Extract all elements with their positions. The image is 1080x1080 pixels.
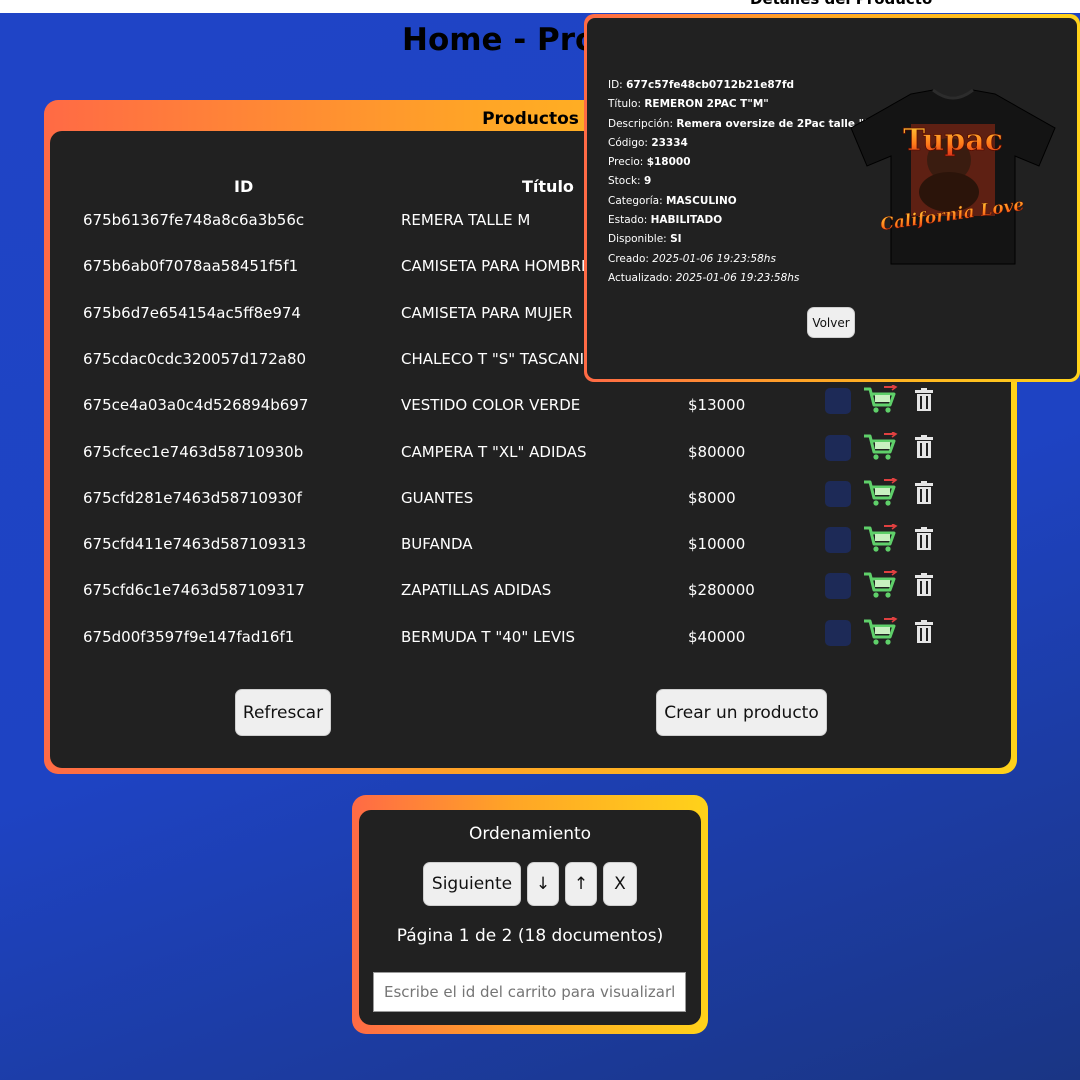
detail-field-value: REMERON 2PAC T"M" [644, 98, 769, 111]
detail-field-label: ID: [608, 79, 627, 91]
product-detail-modal: ID: 677c57fe48cb0712b21e87fd Título: REME… [584, 14, 1080, 382]
detail-field-label: Descripción: [608, 117, 677, 130]
create-product-button[interactable]: Crear un producto [656, 689, 827, 736]
trash-icon[interactable] [914, 527, 934, 551]
detail-field-label: Stock: [608, 175, 644, 188]
detail-field: Precio: $18000 [608, 156, 880, 175]
detail-field-value: $18000 [646, 156, 691, 169]
detail-field-label: Categoría: [608, 194, 666, 207]
detail-field: Descripción: Remera oversize de 2Pac tal… [608, 118, 880, 137]
sort-ascending-button[interactable]: ↑ [565, 862, 597, 906]
back-button[interactable]: Volver [807, 307, 855, 338]
clear-sort-button[interactable]: X [603, 862, 637, 906]
info-icon[interactable] [825, 527, 851, 554]
trash-icon[interactable] [914, 388, 934, 412]
add-to-cart-icon[interactable] [862, 523, 898, 554]
detail-field-label: Creado: [608, 252, 653, 265]
detail-field: Stock: 9 [608, 175, 880, 194]
product-id: 675cfd281e7463d58710930f [83, 488, 302, 507]
ordering-title: Ordenamiento [468, 824, 592, 844]
product-price: $8000 [688, 488, 736, 507]
add-to-cart-icon[interactable] [862, 477, 898, 508]
trash-icon[interactable] [914, 434, 934, 459]
product-id: 675cfcec1e7463d58710930b [83, 442, 304, 461]
detail-field: Creado: 2025-01-06 19:23:58hs [608, 253, 880, 272]
product-price: $40000 [688, 627, 746, 646]
product-title: ZAPATILLAS ADIDAS [401, 581, 552, 600]
ordering-card: Ordenamiento Siguiente ↓ ↑ X Página 1 de… [352, 795, 708, 1034]
trash-icon[interactable] [914, 480, 934, 505]
info-icon[interactable] [825, 388, 851, 415]
detail-field-value: SI [670, 233, 682, 246]
product-title: REMERA TALLE M [401, 211, 531, 229]
product-detail-panel: ID: 677c57fe48cb0712b21e87fd Título: REME… [587, 18, 1077, 379]
detail-field-value: 677c57fe48cb0712b21e87fd [626, 79, 795, 91]
trash-icon[interactable] [914, 619, 934, 644]
product-price: $10000 [688, 535, 746, 554]
product-detail-fields: ID: 677c57fe48cb0712b21e87fd Título: REME… [608, 79, 880, 291]
refresh-button[interactable]: Refrescar [235, 689, 331, 736]
product-id: 675b6ab0f7078aa58451f5f1 [83, 257, 299, 276]
detail-field-value: MASCULINO [665, 194, 737, 207]
ordering-panel: Ordenamiento Siguiente ↓ ↑ X Página 1 de… [359, 810, 701, 1025]
add-to-cart-icon[interactable] [862, 569, 898, 600]
product-price: $280000 [688, 581, 755, 600]
product-price: $80000 [688, 442, 746, 461]
product-title: CAMISETA PARA MUJER [401, 303, 573, 322]
add-to-cart-icon[interactable] [862, 615, 898, 647]
product-title: CAMPERA T "XL" ADIDAS [401, 442, 587, 461]
detail-field-label: Título: [608, 98, 645, 111]
detail-heading: Detalles del Producto [750, 0, 932, 8]
product-id: 675b6d7e654154ac5ff8e974 [83, 303, 301, 322]
detail-field-label: Precio: [608, 156, 647, 169]
info-icon[interactable] [825, 480, 851, 507]
product-title: CAMISETA PARA HOMBRE [401, 257, 591, 276]
detail-field: ID: 677c57fe48cb0712b21e87fd [608, 79, 880, 98]
product-title: BUFANDA [401, 535, 473, 554]
product-price: $13000 [688, 396, 746, 415]
sort-descending-button[interactable]: ↓ [527, 862, 559, 906]
detail-field: Estado: HABILITADO [608, 214, 880, 233]
detail-field-label: Disponible: [608, 233, 671, 246]
product-id: 675b61367fe748a8c6a3b56c [83, 211, 305, 229]
product-id: 675d00f3597f9e147fad16f1 [83, 627, 295, 646]
detail-field: Actualizado: 2025-01-06 19:23:58hs [608, 272, 880, 291]
product-id: 675cdac0cdc320057d172a80 [83, 349, 307, 368]
product-image-tshirt: Tupac California Love [850, 88, 1056, 265]
cart-id-input[interactable] [373, 972, 686, 1012]
table-row: 675d00f3597f9e147fad16f1 BERMUDA T "40" L… [50, 615, 1011, 674]
add-to-cart-icon[interactable] [862, 384, 898, 415]
product-title: CHALECO T "S" TASCANI [401, 349, 585, 368]
info-icon[interactable] [825, 573, 851, 600]
detail-field-value: 23334 [651, 136, 688, 149]
detail-field: Disponible: SI [608, 233, 880, 252]
detail-field-value: HABILITADO [650, 214, 723, 227]
product-id: 675ce4a03a0c4d526894b697 [83, 396, 309, 415]
detail-field-value: 2025-01-06 19:23:58hs [652, 252, 776, 265]
tshirt-print-top-text: Tupac [903, 123, 1003, 158]
info-icon[interactable] [825, 434, 851, 461]
product-id: 675cfd6c1e7463d587109317 [83, 581, 305, 600]
detail-field-label: Estado: [608, 214, 651, 227]
pagination-info: Página 1 de 2 (18 documentos) [396, 926, 664, 946]
add-to-cart-icon[interactable] [862, 430, 898, 462]
product-title: VESTIDO COLOR VERDE [401, 396, 581, 415]
detail-field: Categoría: MASCULINO [608, 195, 880, 214]
product-title: GUANTES [401, 488, 474, 507]
detail-field-label: Código: [608, 136, 652, 149]
info-icon[interactable] [825, 619, 851, 646]
detail-field-value: 9 [643, 175, 652, 188]
detail-field-label: Actualizado: [608, 271, 676, 284]
column-header-title: Título [522, 177, 574, 196]
column-header-id: ID [234, 177, 254, 196]
detail-field: Código: 23334 [608, 137, 880, 156]
product-id: 675cfd411e7463d587109313 [83, 535, 307, 554]
product-title: BERMUDA T "40" LEVIS [401, 627, 576, 646]
trash-icon[interactable] [914, 573, 934, 597]
detail-field: Título: REMERON 2PAC T"M" [608, 98, 880, 117]
detail-field-value: 2025-01-06 19:23:58hs [675, 271, 800, 284]
next-page-button[interactable]: Siguiente [423, 862, 521, 906]
